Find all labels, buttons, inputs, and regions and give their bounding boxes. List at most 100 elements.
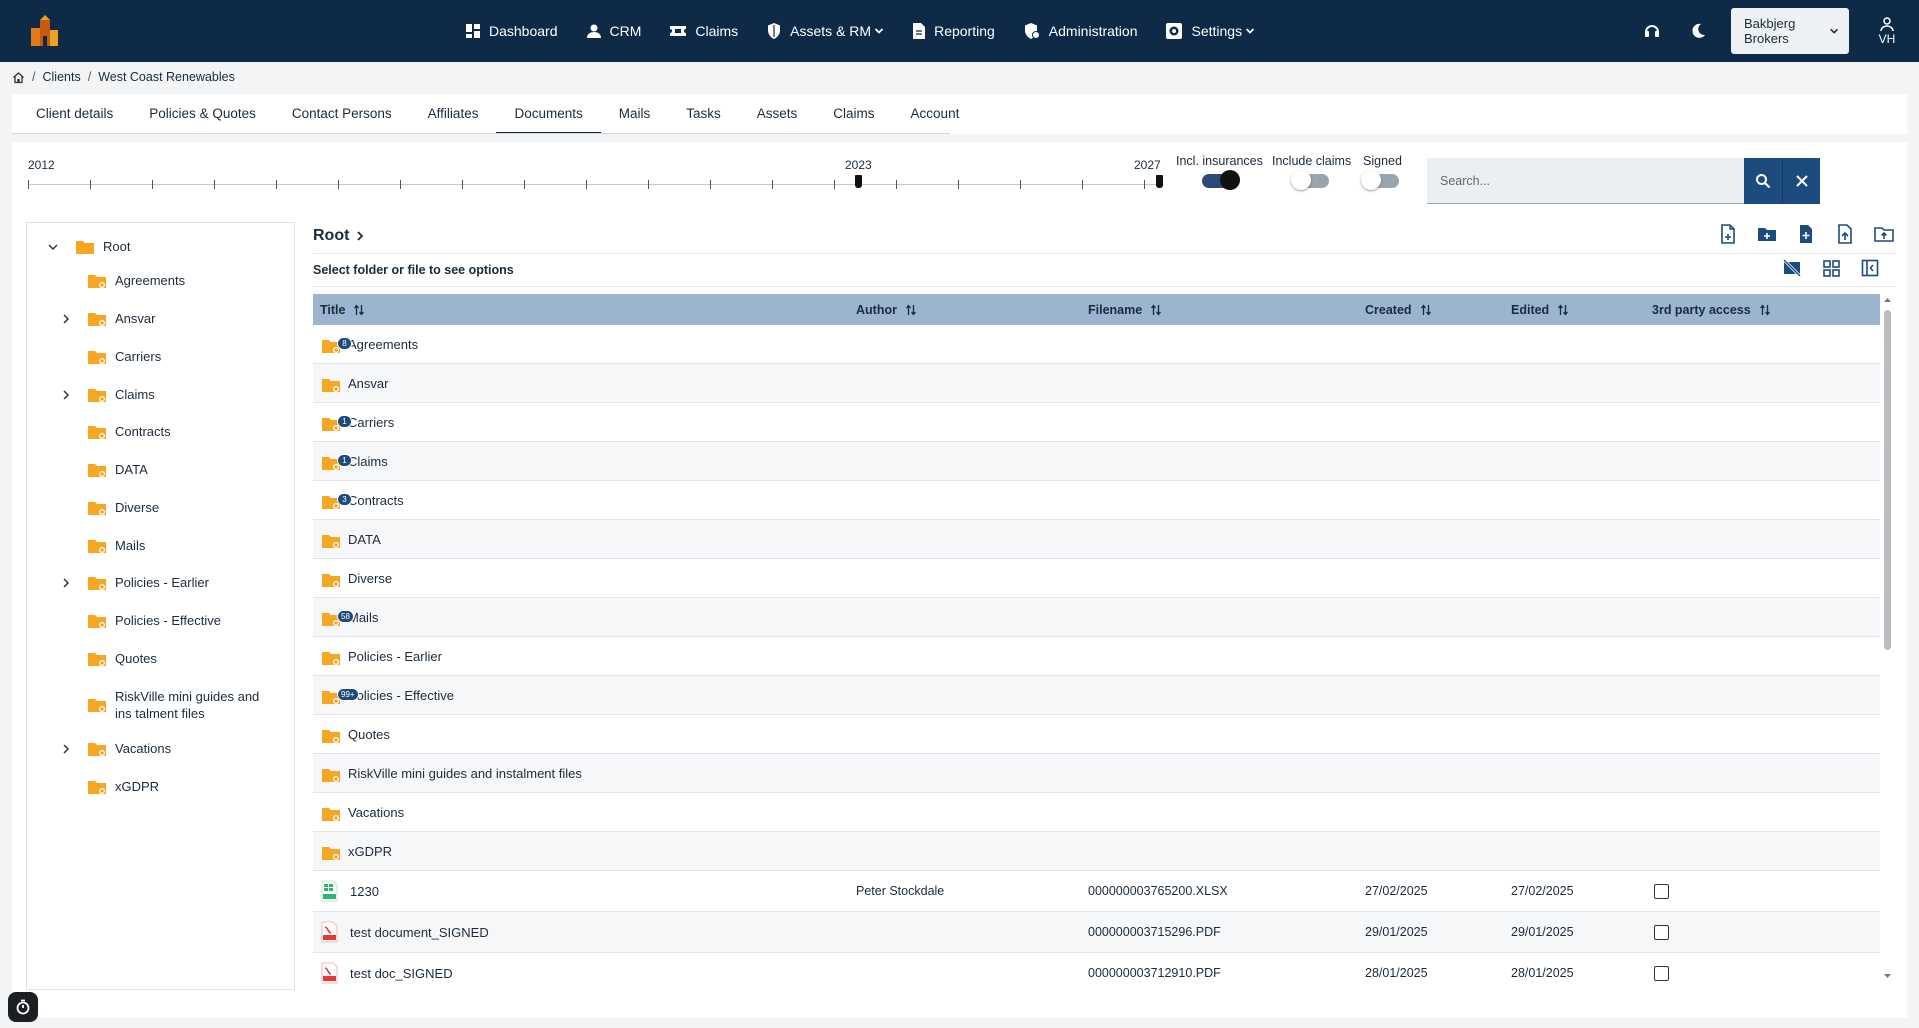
nav-reporting[interactable]: Reporting — [912, 22, 995, 40]
search-input[interactable] — [1427, 158, 1744, 203]
tree-item-quotes[interactable]: Quotes — [61, 650, 287, 667]
nav-claims[interactable]: Claims — [669, 23, 738, 39]
tab-client-details[interactable]: Client details — [18, 94, 131, 134]
breadcrumb-clients[interactable]: Clients — [42, 70, 80, 84]
table-row[interactable]: 1 Carriers — [313, 403, 1880, 442]
table-row[interactable]: test document_SIGNED 000000003715296.PDF 2… — [313, 912, 1880, 953]
search-button[interactable] — [1744, 157, 1782, 204]
tree-item-data[interactable]: DATA — [61, 461, 287, 478]
breadcrumb: / Clients / West Coast Renewables — [12, 70, 235, 84]
tree-item-riskville-mini-guides-and-ins-talment-files[interactable]: RiskVille mini guides and ins talment fi… — [61, 688, 287, 722]
folder-path[interactable]: Root — [313, 227, 365, 245]
add-file-icon[interactable] — [1795, 223, 1817, 245]
table-row[interactable]: 58 Mails — [313, 598, 1880, 637]
sort-icon — [354, 303, 365, 316]
toggle-switch[interactable] — [1202, 170, 1241, 190]
timeline-end-handle[interactable] — [1156, 175, 1163, 188]
tree-item-policies-earlier[interactable]: Policies - Earlier — [61, 574, 287, 591]
tree-item-contracts[interactable]: Contracts — [61, 423, 287, 440]
upload-folder-icon[interactable] — [1873, 223, 1895, 245]
upload-file-icon[interactable] — [1834, 223, 1856, 245]
tab-documents[interactable]: Documents — [496, 94, 601, 134]
home-icon[interactable] — [12, 71, 25, 84]
table-row[interactable]: RiskVille mini guides and instalment fil… — [313, 754, 1880, 793]
chevron-down-icon — [871, 26, 884, 36]
new-folder-icon[interactable] — [1756, 223, 1778, 245]
hide-preview-icon[interactable] — [1781, 257, 1803, 279]
company-select[interactable]: Bakbjerg Brokers — [1731, 8, 1849, 54]
dark-mode-icon[interactable] — [1685, 18, 1711, 44]
column-header-3rd-party-access[interactable]: 3rd party access — [1652, 294, 1771, 325]
filename-cell: 000000003715296.PDF — [1088, 925, 1221, 939]
third-party-access-checkbox[interactable] — [1654, 924, 1669, 940]
timer-button[interactable] — [8, 992, 38, 1022]
nav-settings[interactable]: Settings — [1165, 22, 1255, 40]
table-row[interactable]: 8 Agreements — [313, 325, 1880, 364]
grid-view-icon[interactable] — [1820, 257, 1842, 279]
timeline-start-handle[interactable] — [855, 175, 862, 188]
nav-administration[interactable]: Administration — [1023, 22, 1137, 40]
tab-affiliates[interactable]: Affiliates — [410, 94, 497, 134]
table-row[interactable]: 1 Claims — [313, 442, 1880, 481]
column-header-title[interactable]: Title — [320, 294, 365, 325]
tree-item-carriers[interactable]: Carriers — [61, 348, 287, 365]
tab-mails[interactable]: Mails — [601, 94, 669, 134]
third-party-access-checkbox[interactable] — [1654, 965, 1669, 981]
table-row[interactable]: xGDPR — [313, 832, 1880, 871]
chevron-right-icon[interactable] — [61, 313, 73, 325]
tree-item-mails[interactable]: Mails — [61, 537, 287, 554]
tab-policies-quotes[interactable]: Policies & Quotes — [131, 94, 274, 134]
date-timeline[interactable]: 2012 2023 2027 — [28, 158, 1163, 194]
scroll-thumb[interactable] — [1884, 310, 1891, 650]
third-party-access-checkbox[interactable] — [1654, 883, 1669, 899]
table-row[interactable]: Quotes — [313, 715, 1880, 754]
column-header-created[interactable]: Created — [1365, 294, 1432, 325]
app-logo[interactable] — [28, 14, 68, 48]
table-row[interactable]: Vacations — [313, 793, 1880, 832]
table-row[interactable]: test doc_SIGNED 000000003712910.PDF 28/01/… — [313, 953, 1880, 984]
column-header-author[interactable]: Author — [856, 294, 917, 325]
tree-item-xgdpr[interactable]: xGDPR — [61, 778, 287, 795]
tab-tasks[interactable]: Tasks — [668, 94, 739, 134]
table-scrollbar[interactable] — [1882, 294, 1892, 984]
tab-assets[interactable]: Assets — [739, 94, 816, 134]
toggle-sidebar-icon[interactable] — [1859, 257, 1881, 279]
item-count-badge: 1 — [337, 454, 352, 467]
chevron-down-icon[interactable] — [47, 242, 59, 252]
tree-item-agreements[interactable]: Agreements — [61, 272, 287, 289]
table-row[interactable]: Ansvar — [313, 364, 1880, 403]
tree-item-diverse[interactable]: Diverse — [61, 499, 287, 516]
tab-claims[interactable]: Claims — [815, 94, 892, 134]
new-document-icon[interactable] — [1717, 223, 1739, 245]
chevron-right-icon[interactable] — [61, 577, 73, 589]
chevron-right-icon[interactable] — [61, 743, 73, 755]
breadcrumb-client[interactable]: West Coast Renewables — [98, 70, 235, 84]
clear-search-button[interactable] — [1782, 157, 1820, 204]
table-row[interactable]: 1230 Peter Stockdale 000000003765200.XLSX 2… — [313, 871, 1880, 912]
tab-account[interactable]: Account — [893, 94, 978, 134]
tree-item-ansvar[interactable]: Ansvar — [61, 310, 287, 327]
table-row[interactable]: Policies - Earlier — [313, 637, 1880, 676]
tree-root[interactable]: Root — [47, 238, 130, 255]
toggle-switch[interactable] — [1361, 170, 1400, 190]
filename-cell: 000000003765200.XLSX — [1088, 884, 1228, 898]
tree-item-label: xGDPR — [115, 779, 160, 794]
column-header-edited[interactable]: Edited — [1511, 294, 1569, 325]
table-row[interactable]: Diverse — [313, 559, 1880, 598]
stopwatch-icon — [16, 999, 30, 1015]
tree-item-claims[interactable]: Claims — [61, 386, 287, 403]
support-icon[interactable] — [1639, 18, 1665, 44]
table-row[interactable]: DATA — [313, 520, 1880, 559]
toggle-switch[interactable] — [1290, 170, 1329, 190]
nav-dashboard[interactable]: Dashboard — [465, 23, 558, 39]
nav-crm[interactable]: CRM — [586, 23, 641, 39]
table-row[interactable]: 99+ Policies - Effective — [313, 676, 1880, 715]
tree-item-vacations[interactable]: Vacations — [61, 740, 287, 757]
column-header-filename[interactable]: Filename — [1088, 294, 1162, 325]
nav-assets-rm[interactable]: Assets & RM — [766, 22, 884, 40]
user-menu[interactable]: VH — [1865, 16, 1909, 46]
tab-contact-persons[interactable]: Contact Persons — [274, 94, 410, 134]
tree-item-policies-effective[interactable]: Policies - Effective — [61, 612, 287, 629]
chevron-right-icon[interactable] — [61, 389, 73, 401]
table-row[interactable]: 3 Contracts — [313, 481, 1880, 520]
